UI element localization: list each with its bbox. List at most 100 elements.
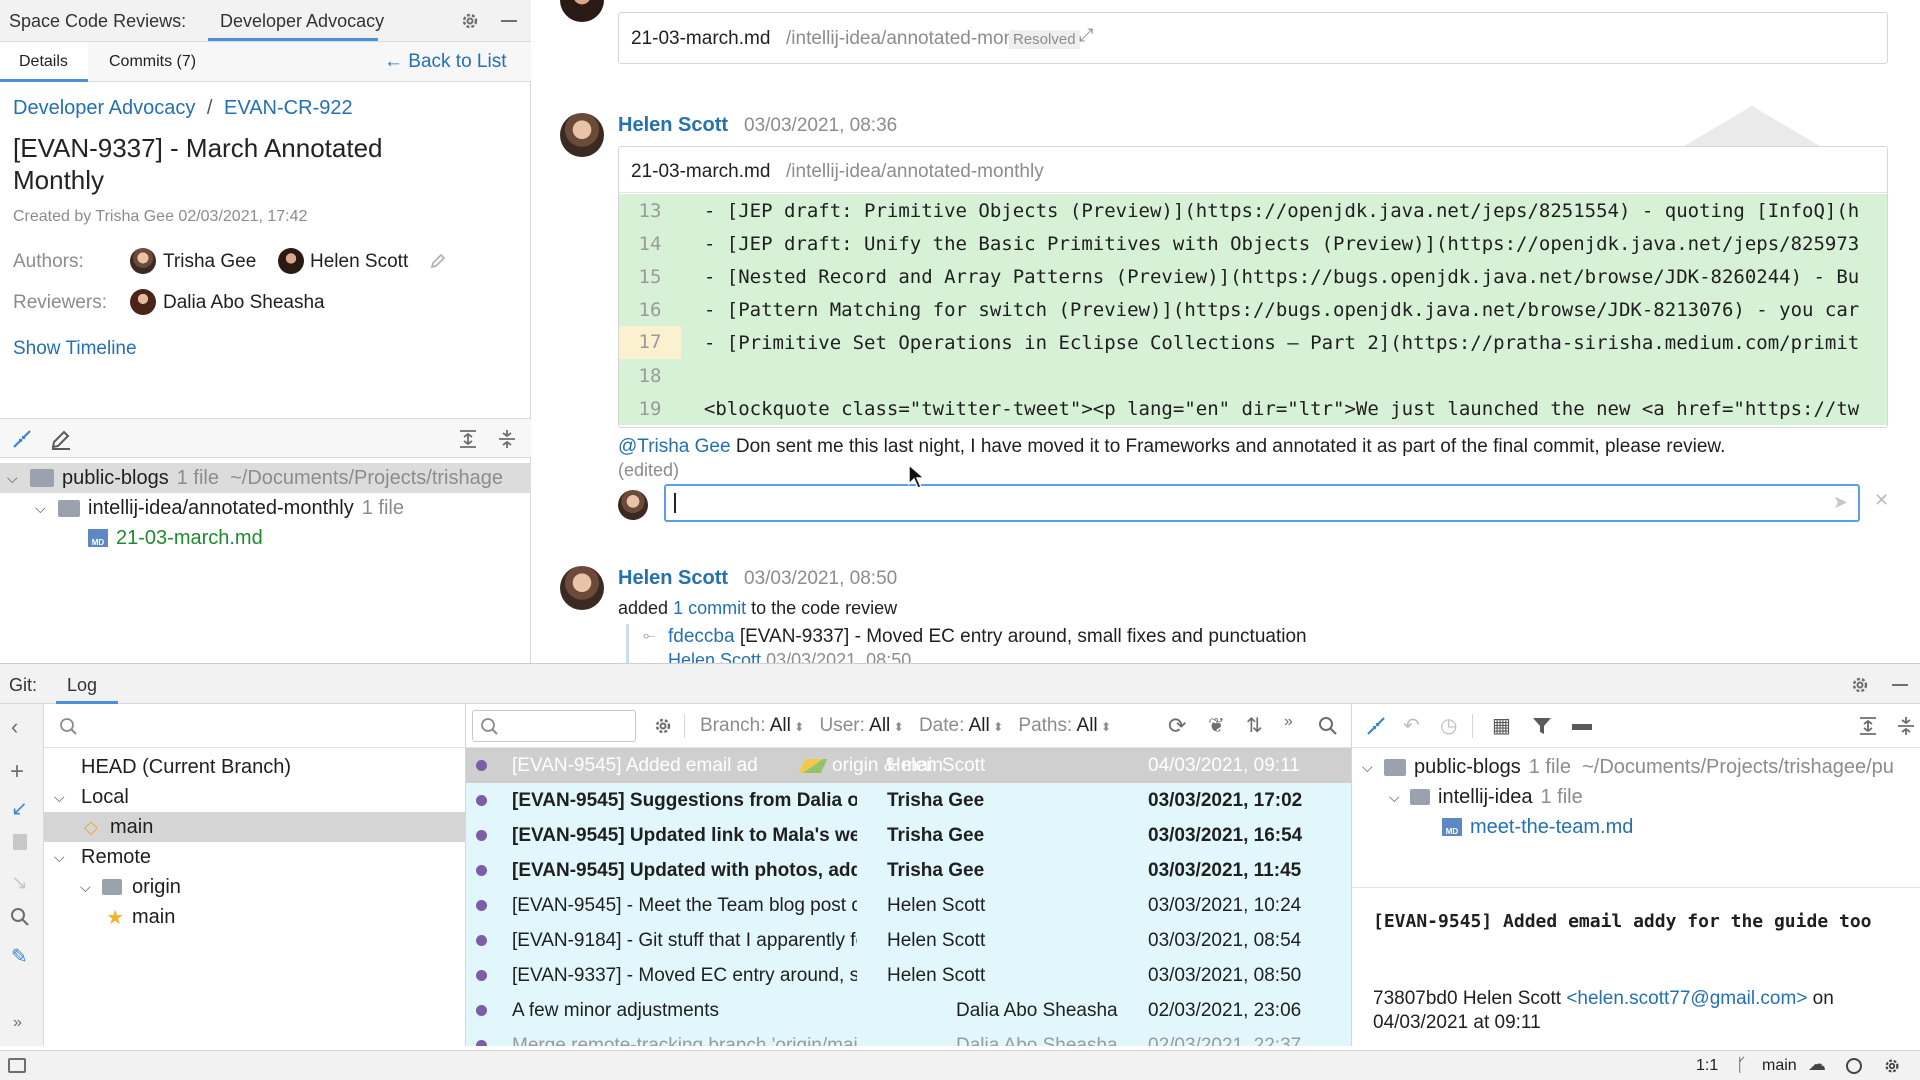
expand-all-icon[interactable] [1857, 715, 1879, 737]
more-icon[interactable]: » [13, 1014, 22, 1032]
filter-date[interactable]: Date: All ⬍ [919, 715, 1003, 736]
file-name[interactable]: 21-03-march.md [631, 28, 770, 50]
cloud-icon[interactable]: ☁ [1808, 1054, 1826, 1075]
pencil-icon[interactable] [428, 251, 448, 271]
history-icon[interactable]: ◷ [1440, 713, 1457, 738]
branch-head[interactable]: HEAD (Current Branch) [44, 752, 466, 782]
reply-input[interactable]: ➤ [664, 484, 1860, 522]
comment-author[interactable]: Helen Scott [618, 114, 728, 137]
caret-position[interactable]: 1:1 [1696, 1057, 1718, 1075]
tree-node-annotated-monthly[interactable]: ⌵ intellij-idea/annotated-monthly 1 file [0, 493, 531, 523]
comment-author[interactable]: Helen Scott [618, 567, 728, 590]
table-row[interactable]: [EVAN-9337] - Moved EC entry around, sma… [466, 958, 1351, 993]
branch-search-input[interactable] [44, 704, 466, 748]
delete-icon[interactable] [13, 834, 27, 850]
file-reference: 21-03-march.md /intellij-idea/annotated-… [618, 12, 1888, 64]
tree-node-public-blogs[interactable]: ⌵ public-blogs 1 file ~/Documents/Projec… [0, 463, 531, 493]
search-icon[interactable] [9, 906, 31, 928]
code-line: 19 <blockquote class="twitter-tweet"><p … [619, 392, 1887, 425]
filter-icon[interactable] [1531, 715, 1553, 737]
gear-icon[interactable] [459, 10, 481, 32]
refresh-icon[interactable]: ⟳ [1168, 713, 1186, 739]
tree-node-intellij-idea[interactable]: ⌵ intellij-idea 1 file [1352, 782, 1920, 812]
commit-row-selected[interactable]: [EVAN-9545] Added email ad origin & main H… [466, 748, 1351, 783]
diff-icon[interactable] [1365, 715, 1387, 737]
update-icon[interactable]: ↙ [11, 796, 28, 821]
toggle-tool-windows-icon[interactable] [8, 1058, 26, 1073]
table-row[interactable]: A few minor adjustments Dalia Abo Sheasha… [466, 993, 1351, 1028]
diff-icon[interactable] [11, 428, 33, 450]
tree-node-file[interactable]: MD meet-the-team.md [1352, 812, 1920, 842]
filter-user[interactable]: User: All ⬍ [820, 715, 904, 736]
chevron-down-icon[interactable]: ⌵ [44, 849, 81, 866]
revert-icon[interactable]: ↶ [1403, 713, 1420, 738]
pencil-icon[interactable]: ✎ [11, 944, 28, 969]
filter-branch[interactable]: Branch: All ⬍ [700, 715, 804, 736]
branch-local-main[interactable]: ◇ main [44, 812, 466, 842]
commit-log: Branch: All ⬍ User: All ⬍ Date: All ⬍ Pa… [466, 704, 1352, 1046]
back-to-list-link[interactable]: ← Back to List [384, 51, 507, 73]
table-row[interactable]: [EVAN-9545] Updated with photos, added t… [466, 853, 1351, 888]
table-row[interactable]: [EVAN-9545] - Meet the Team blog post dr… [466, 888, 1351, 923]
chevron-down-icon[interactable]: ⌵ [44, 789, 81, 806]
tab-commits[interactable]: Commits (7) [109, 53, 196, 71]
gear-icon[interactable] [1882, 1056, 1902, 1076]
chevron-down-icon[interactable]: ⌵ [0, 470, 30, 487]
show-timeline-link[interactable]: Show Timeline [13, 338, 137, 360]
commit-hash-link[interactable]: fdeccba [668, 626, 735, 647]
group-by-icon[interactable]: ▦ [1492, 713, 1511, 738]
chevron-down-icon[interactable]: ⌵ [1352, 759, 1384, 776]
notifications-icon[interactable] [1846, 1058, 1862, 1074]
folder-icon [1410, 789, 1430, 805]
chevron-down-icon[interactable]: ⌵ [0, 500, 58, 517]
commit-quote-bar [626, 624, 629, 663]
send-icon[interactable]: ➤ [1833, 492, 1848, 513]
current-branch[interactable]: main [1762, 1057, 1797, 1075]
tab-log[interactable]: Log [67, 675, 97, 696]
table-row[interactable]: Merge remote-tracking branch 'origin/mai… [466, 1028, 1351, 1046]
log-search-input[interactable] [472, 710, 636, 742]
search-icon[interactable] [1317, 715, 1339, 737]
close-icon[interactable]: ✕ [1874, 490, 1889, 511]
tree-node-file[interactable]: MD 21-03-march.md [0, 523, 531, 553]
expand-icon[interactable]: ⤢ [1079, 25, 1093, 46]
gear-icon[interactable] [1849, 674, 1871, 696]
table-row[interactable]: [EVAN-9184] - Git stuff that I apparentl… [466, 923, 1351, 958]
commit-count-link[interactable]: 1 commit [673, 598, 746, 618]
branch-remote-origin[interactable]: ⌵ origin [44, 872, 466, 902]
chevron-down-icon[interactable]: ⌵ [1352, 789, 1410, 806]
filter-paths[interactable]: Paths: All ⬍ [1018, 715, 1111, 736]
collapse-all-icon[interactable] [496, 428, 518, 450]
breadcrumb-project[interactable]: Developer Advocacy [13, 97, 195, 119]
minimize-icon[interactable] [1892, 684, 1908, 686]
merge-icon[interactable]: ↘ [11, 870, 28, 895]
branch-group-local[interactable]: ⌵ Local [44, 782, 466, 812]
breadcrumb: Developer Advocacy / EVAN-CR-922 [13, 97, 353, 120]
chevron-down-icon[interactable]: ⌵ [44, 879, 102, 896]
commit-author: Helen Scott [887, 929, 986, 951]
tree-node-public-blogs[interactable]: ⌵ public-blogs 1 file ~/Documents/Projec… [1352, 752, 1920, 782]
more-icon[interactable]: » [1284, 713, 1293, 731]
sort-icon[interactable]: ⇅ [1246, 713, 1263, 738]
gear-icon[interactable] [652, 715, 674, 737]
edit-icon[interactable] [50, 428, 72, 450]
branch-group-remote[interactable]: ⌵ Remote [44, 842, 466, 872]
cherry-pick-icon[interactable]: ❦ [1208, 713, 1225, 738]
plus-icon[interactable]: + [10, 758, 24, 786]
tab-details[interactable]: Details [0, 42, 88, 82]
minimize-icon[interactable] [501, 20, 517, 22]
collapse-all-icon[interactable] [1895, 715, 1917, 737]
author-email-link[interactable]: <helen.scott77@gmail.com> [1566, 988, 1807, 1009]
tab-developer-advocacy[interactable]: Developer Advocacy [220, 11, 384, 32]
branch-origin-main[interactable]: ★ main [44, 902, 466, 932]
log-toolbar: Branch: All ⬍ User: All ⬍ Date: All ⬍ Pa… [466, 704, 1351, 748]
commit-message: [EVAN-9337] - Moved EC entry around, sma… [512, 964, 857, 986]
table-row[interactable]: [EVAN-9545] Updated link to Mala's websi… [466, 818, 1351, 853]
file-name[interactable]: 21-03-march.md [631, 161, 770, 183]
breadcrumb-review-id[interactable]: EVAN-CR-922 [224, 97, 353, 119]
table-row[interactable]: [EVAN-9545] Suggestions from Dalia on in… [466, 783, 1351, 818]
mention-link[interactable]: @Trisha Gee [618, 436, 731, 457]
layout-icon[interactable]: ▬ [1572, 713, 1592, 736]
expand-all-icon[interactable] [457, 428, 479, 450]
chevron-left-icon[interactable]: ‹ [11, 714, 18, 740]
